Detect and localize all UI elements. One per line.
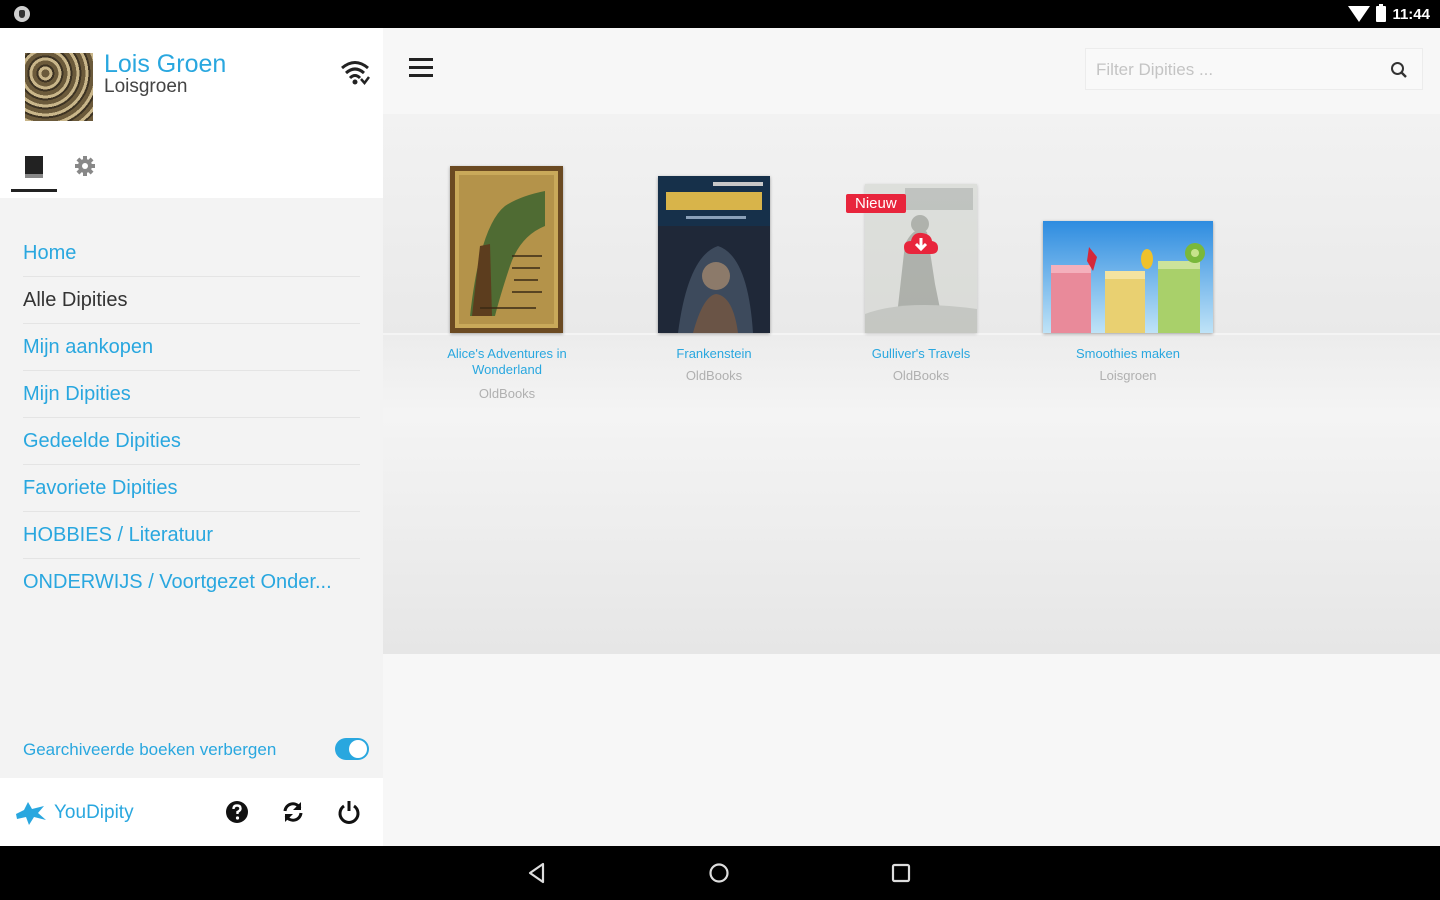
help-icon[interactable] <box>224 799 250 825</box>
book-title[interactable]: Gulliver's Travels <box>851 346 991 362</box>
tab-settings[interactable] <box>64 148 110 192</box>
sidebar-item-onderwijs[interactable]: ONDERWIJS / Voortgezet Onder... <box>23 559 360 606</box>
archive-toggle-row: Gearchiveerde boeken verbergen <box>23 736 371 766</box>
book-author: OldBooks <box>685 368 743 383</box>
gear-icon <box>75 156 95 176</box>
book-title[interactable]: Alice's Adventures in Wonderland <box>437 346 577 378</box>
battery-icon <box>1376 4 1387 22</box>
tab-books[interactable] <box>11 148 57 192</box>
status-indicators: 11:44 <box>1348 4 1430 24</box>
book-author: Loisgroen <box>1099 368 1157 383</box>
navigation-bar <box>0 846 1440 900</box>
profile-header: Lois Groen Loisgroen <box>0 28 383 198</box>
book-item[interactable]: Alice's Adventures in Wonderland OldBook… <box>437 114 577 414</box>
youdipity-logo-icon <box>16 802 46 825</box>
brand-name: YouDipity <box>54 802 134 823</box>
book-cover <box>1043 221 1213 333</box>
book-icon <box>25 156 43 178</box>
search-box <box>1085 48 1423 90</box>
cloud-download-icon[interactable] <box>903 230 939 256</box>
book-title[interactable]: Frankenstein <box>644 346 784 362</box>
sync-icon[interactable] <box>280 799 306 825</box>
status-bar: 11:44 <box>0 0 1440 28</box>
search-icon[interactable] <box>1390 61 1408 79</box>
sidebar-item-favoriete-dipities[interactable]: Favoriete Dipities <box>23 465 360 512</box>
top-bar <box>383 28 1440 114</box>
recents-icon[interactable] <box>889 861 913 885</box>
sidebar: Lois Groen Loisgroen Home Alle Dipities … <box>0 28 383 846</box>
book-shelf: Alice's Adventures in Wonderland OldBook… <box>383 114 1440 654</box>
archive-toggle[interactable] <box>335 738 369 760</box>
user-name: Lois Groen <box>104 50 227 78</box>
menu-icon[interactable] <box>409 58 433 78</box>
sidebar-item-mijn-dipities[interactable]: Mijn Dipities <box>23 371 360 418</box>
new-badge: Nieuw <box>846 194 906 213</box>
search-input[interactable] <box>1096 57 1376 83</box>
book-item[interactable]: Smoothies maken Loisgroen <box>1043 114 1213 414</box>
back-icon[interactable] <box>525 861 549 885</box>
power-icon[interactable] <box>336 799 362 825</box>
sidebar-item-alle-dipities[interactable]: Alle Dipities <box>23 277 360 324</box>
screen: 11:44 Lois Groen Loisgroen Home Alle Dip… <box>0 0 1440 900</box>
sidebar-item-home[interactable]: Home <box>23 230 360 277</box>
sidebar-menu: Home Alle Dipities Mijn aankopen Mijn Di… <box>0 230 383 606</box>
brand: YouDipity <box>14 800 134 826</box>
main-content: Alice's Adventures in Wonderland OldBook… <box>383 28 1440 846</box>
book-cover <box>450 166 563 333</box>
home-icon[interactable] <box>707 861 731 885</box>
clock: 11:44 <box>1392 5 1430 23</box>
book-author: OldBooks <box>892 368 950 383</box>
archive-toggle-label: Gearchiveerde boeken verbergen <box>23 740 277 759</box>
book-item[interactable]: Frankenstein OldBooks <box>644 114 784 414</box>
book-cover <box>658 176 770 333</box>
sidebar-footer: YouDipity <box>0 778 383 846</box>
book-title[interactable]: Smoothies maken <box>1043 346 1213 362</box>
sidebar-item-hobbies-literatuur[interactable]: HOBBIES / Literatuur <box>23 512 360 559</box>
book-author: OldBooks <box>478 386 536 401</box>
user-handle: Loisgroen <box>104 76 188 97</box>
wifi-signal-icon <box>1348 6 1371 22</box>
sidebar-item-gedeelde-dipities[interactable]: Gedeelde Dipities <box>23 418 360 465</box>
notification-icon <box>14 6 30 22</box>
book-item[interactable]: Nieuw Gulliver's Travels OldBooks <box>846 114 991 414</box>
avatar[interactable] <box>25 53 93 121</box>
sidebar-item-mijn-aankopen[interactable]: Mijn aankopen <box>23 324 360 371</box>
wifi-icon[interactable] <box>340 58 370 86</box>
